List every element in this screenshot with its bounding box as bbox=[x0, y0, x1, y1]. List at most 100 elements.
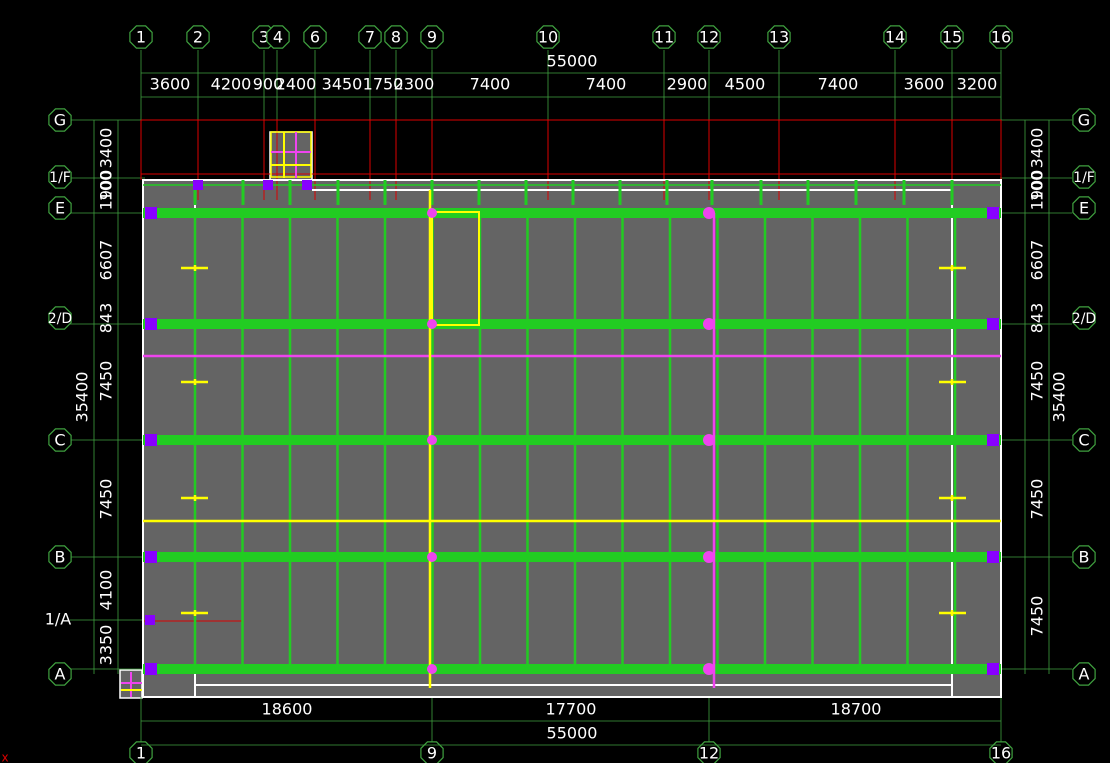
axis-bubble-right-C[interactable]: C bbox=[1072, 428, 1096, 452]
column bbox=[427, 208, 437, 218]
axis-bubble-13[interactable]: 13 bbox=[767, 25, 791, 49]
axis-bubble-label: 14 bbox=[885, 28, 905, 47]
axis-bubble-E[interactable]: E bbox=[48, 196, 72, 220]
drawing-canvas[interactable]: 1 2 3 4 6 7 8 9 10 11 12 13 14 15 161 9 12 16G1/FE2/DCB1/… bbox=[0, 0, 1110, 763]
axis-bubble-B[interactable]: B bbox=[48, 545, 72, 569]
dimension-left-segment: 6607 bbox=[97, 240, 116, 281]
dimension-top-segment: 3200 bbox=[957, 75, 998, 94]
column bbox=[427, 664, 437, 674]
axis-bubble-label: E bbox=[1079, 199, 1089, 218]
axis-bubble-label: 1/F bbox=[1073, 170, 1095, 186]
axis-bubble-11[interactable]: 11 bbox=[652, 25, 676, 49]
axis-bubble-7[interactable]: 7 bbox=[358, 25, 382, 49]
axis-bubble-label: 15 bbox=[942, 28, 962, 47]
column bbox=[987, 551, 999, 563]
column bbox=[703, 663, 715, 675]
axis-bubble-label: 1/F bbox=[49, 170, 71, 186]
axis-bubble-1/F[interactable]: 1/F bbox=[48, 165, 72, 189]
stair-core-slab bbox=[269, 131, 313, 181]
main-beam bbox=[143, 552, 1001, 562]
axis-bubble-6[interactable]: 6 bbox=[303, 25, 327, 49]
axis-bubble-label: 4 bbox=[273, 28, 283, 47]
main-beam bbox=[143, 435, 1001, 445]
axis-bubble-2/D[interactable]: 2/D bbox=[48, 306, 72, 330]
column bbox=[987, 663, 999, 675]
dimension-left-segment: 100 bbox=[97, 171, 116, 202]
dimension-top-segment: 4200 bbox=[211, 75, 252, 94]
column bbox=[145, 615, 155, 625]
axis-bubble-4[interactable]: 4 bbox=[266, 25, 290, 49]
axis-bubble-14[interactable]: 14 bbox=[883, 25, 907, 49]
column bbox=[193, 180, 203, 190]
axis-bubble-label: B bbox=[1079, 548, 1090, 567]
axis-bubble-label: 7 bbox=[365, 28, 375, 47]
axis-bubble-C[interactable]: C bbox=[48, 428, 72, 452]
axis-bubble-label: 12 bbox=[699, 28, 719, 47]
axis-bubble-8[interactable]: 8 bbox=[384, 25, 408, 49]
dimension-bottom-segment: 17700 bbox=[546, 700, 597, 719]
axis-bubble-right-G[interactable]: G bbox=[1072, 108, 1096, 132]
axis-bubble-label: B bbox=[55, 548, 66, 567]
axis-bubble-9[interactable]: 9 bbox=[420, 25, 444, 49]
dimension-right-segment: 7450 bbox=[1028, 361, 1047, 402]
axis-bubble-label: C bbox=[1078, 431, 1089, 450]
dimension-top-segment: 3600 bbox=[150, 75, 191, 94]
dimension-bottom-total: 55000 bbox=[547, 724, 598, 743]
axis-bubble-right-B[interactable]: B bbox=[1072, 545, 1096, 569]
dimension-bottom-segment: 18600 bbox=[262, 700, 313, 719]
axis-bubble-10[interactable]: 10 bbox=[536, 25, 560, 49]
column bbox=[145, 318, 157, 330]
axis-bubble-label: 8 bbox=[391, 28, 401, 47]
axis-bubble-label: 16 bbox=[991, 744, 1011, 763]
dimension-right-total: 35400 bbox=[1050, 372, 1069, 423]
dimension-top-total: 55000 bbox=[547, 52, 598, 71]
axis-bubble-label: A bbox=[1079, 665, 1090, 684]
axis-bubble-label: 2/D bbox=[48, 311, 72, 327]
column bbox=[987, 207, 999, 219]
axis-bubble-1[interactable]: 1 bbox=[129, 25, 153, 49]
dimension-left-segment: 3350 bbox=[97, 625, 116, 666]
dimension-right-segment: 6607 bbox=[1028, 240, 1047, 281]
column bbox=[427, 319, 437, 329]
dimension-left-segment: 7450 bbox=[97, 479, 116, 520]
dimension-left-total: 35400 bbox=[73, 372, 92, 423]
axis-bubble-label: 2 bbox=[193, 28, 203, 47]
axis-bubble-label: 6 bbox=[310, 28, 320, 47]
axis-bubble-label: 12 bbox=[699, 744, 719, 763]
axis-bubble-label: 11 bbox=[654, 28, 674, 47]
axis-bubble-15[interactable]: 15 bbox=[940, 25, 964, 49]
ucs-corner-mark: x bbox=[1, 751, 8, 763]
axis-bubble-A[interactable]: A bbox=[48, 662, 72, 686]
column bbox=[145, 434, 157, 446]
axis-bubble-label: 10 bbox=[538, 28, 558, 47]
axis-bubble-right-E[interactable]: E bbox=[1072, 196, 1096, 220]
dimension-top-segment: 7400 bbox=[470, 75, 511, 94]
column bbox=[302, 180, 312, 190]
column bbox=[987, 318, 999, 330]
axis-bubble-label: 9 bbox=[427, 28, 437, 47]
column bbox=[145, 551, 157, 563]
column bbox=[703, 551, 715, 563]
column bbox=[145, 207, 157, 219]
axis-bubble-right-2/D[interactable]: 2/D bbox=[1072, 306, 1096, 330]
axis-bubble-label: A bbox=[55, 665, 66, 684]
column bbox=[427, 552, 437, 562]
dimension-top-segment: 3600 bbox=[904, 75, 945, 94]
axis-bubble-label: 2/D bbox=[1072, 311, 1096, 327]
dimension-right-segment: 7450 bbox=[1028, 479, 1047, 520]
axis-bubble-right-1/F[interactable]: 1/F bbox=[1072, 165, 1096, 189]
axis-bubble-label: G bbox=[54, 111, 66, 130]
axis-bubble-16[interactable]: 16 bbox=[989, 25, 1013, 49]
axis-bubble-12[interactable]: 12 bbox=[697, 25, 721, 49]
dimension-left-segment: 3400 bbox=[97, 128, 116, 169]
dimension-left-segment: 843 bbox=[97, 303, 116, 334]
column bbox=[703, 318, 715, 330]
axis-bubble-label: G bbox=[1078, 111, 1090, 130]
axis-bubble-label: 1 bbox=[136, 744, 146, 763]
axis-bubble-2[interactable]: 2 bbox=[186, 25, 210, 49]
column bbox=[703, 207, 715, 219]
axis-bubble-G[interactable]: G bbox=[48, 108, 72, 132]
dimension-right-segment: 100 bbox=[1028, 171, 1047, 202]
axis-bubble-right-A[interactable]: A bbox=[1072, 662, 1096, 686]
dimension-bottom-segment: 18700 bbox=[831, 700, 882, 719]
